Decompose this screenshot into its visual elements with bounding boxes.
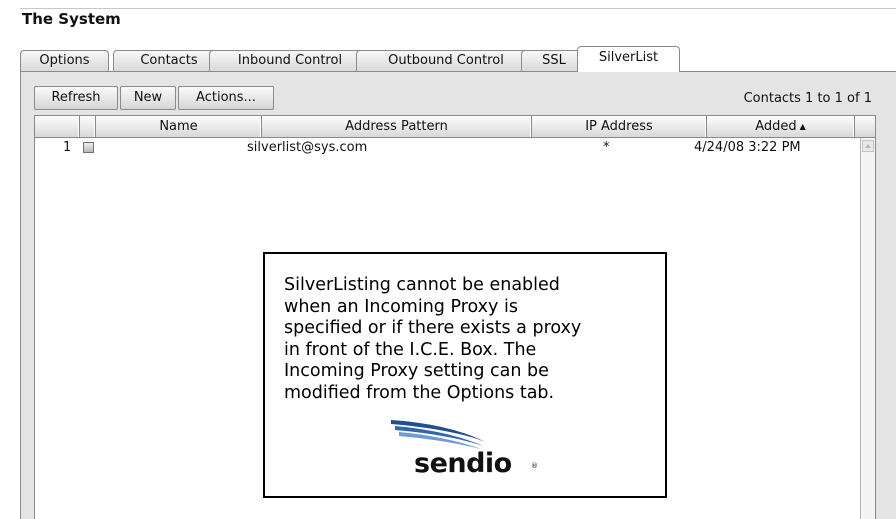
row-added: 4/24/08 3:22 PM [694, 140, 801, 155]
actions-button[interactable]: Actions... [178, 86, 274, 110]
tab-options[interactable]: Options [20, 50, 109, 71]
new-button[interactable]: New [120, 86, 176, 110]
notice-line: when an Incoming Proxy is [284, 296, 518, 317]
column-header-address-pattern[interactable]: Address Pattern [262, 116, 532, 137]
sendio-swoosh-icon [391, 420, 485, 449]
sendio-wordmark: sendio [414, 448, 512, 479]
row-checkbox[interactable] [83, 142, 94, 153]
tab-bar: Options Contacts Inbound Control Outboun… [20, 46, 896, 72]
row-ip-address: * [603, 140, 610, 155]
notice-line: modified from the Options tab. [284, 382, 555, 403]
notice-text: SilverListing cannot be enabled when an … [284, 275, 660, 404]
sort-ascending-icon: ▲ [799, 122, 806, 131]
contacts-count: Contacts 1 to 1 of 1 [743, 91, 872, 106]
sendio-logo: sendio ® [385, 418, 555, 488]
silverlisting-notice: SilverListing cannot be enabled when an … [263, 252, 667, 498]
row-number: 1 [63, 140, 72, 155]
table-row[interactable]: 1 silverlist@sys.com * 4/24/08 3:22 PM [35, 138, 861, 158]
page-title: The System [22, 10, 121, 28]
table-header: Name Address Pattern IP Address Added ▲ [35, 116, 875, 138]
row-address-pattern: silverlist@sys.com [247, 140, 368, 155]
notice-line: Incoming Proxy setting can be [284, 361, 549, 381]
column-header-added-label: Added [755, 119, 797, 134]
column-header-select[interactable] [80, 116, 96, 137]
title-divider [20, 8, 896, 9]
registered-mark: ® [531, 462, 538, 470]
notice-line: SilverListing cannot be enabled [284, 275, 560, 295]
vertical-scrollbar[interactable] [860, 138, 875, 519]
column-header-number [35, 116, 80, 137]
tab-outbound-control[interactable]: Outbound Control [356, 50, 536, 71]
column-header-added[interactable]: Added ▲ [707, 116, 855, 137]
column-header-name[interactable]: Name [96, 116, 262, 137]
notice-line: in front of the I.C.E. Box. The [284, 339, 537, 360]
tab-inbound-control[interactable]: Inbound Control [209, 50, 371, 71]
notice-line: specified or if there exists a proxy [284, 318, 582, 338]
column-header-ip-address[interactable]: IP Address [532, 116, 707, 137]
scroll-up-arrow-icon[interactable] [862, 140, 874, 152]
tab-silverlist[interactable]: SilverList [577, 46, 680, 72]
refresh-button[interactable]: Refresh [34, 86, 118, 110]
